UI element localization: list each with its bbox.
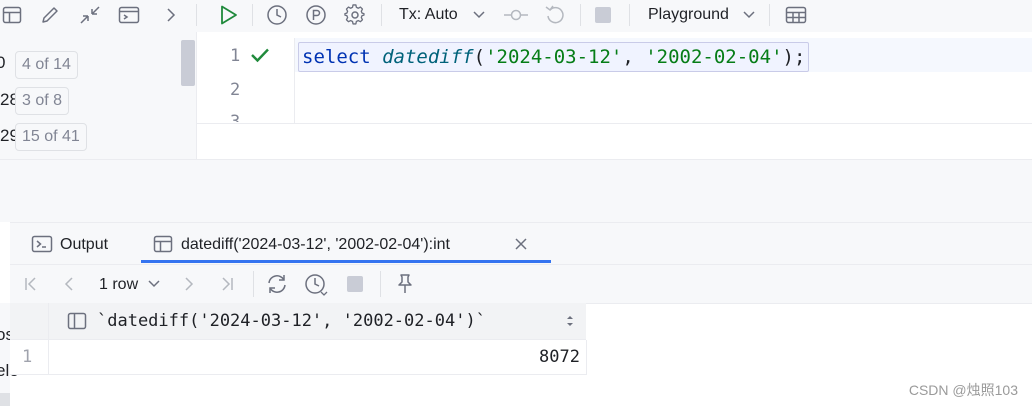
- rollback-icon[interactable]: [543, 3, 567, 27]
- sql-function: datediff: [382, 46, 474, 68]
- tab-output[interactable]: Output: [60, 235, 108, 255]
- explorer-row-badge: 3 of 8: [15, 87, 70, 115]
- result-toolbar: 1 row: [10, 264, 1032, 304]
- services-tab-bar: Output datediff('2024-03-12', '2002-02-0…: [10, 222, 1032, 265]
- history-clock-icon[interactable]: [303, 272, 329, 298]
- explorer-scrollbar[interactable]: [181, 40, 195, 86]
- edit-pencil-icon[interactable]: [38, 4, 62, 26]
- sql-paren-open: (: [473, 46, 486, 68]
- checkmark-icon: [249, 44, 271, 66]
- sql-keyword: select: [302, 46, 371, 68]
- settings-gear-icon[interactable]: [342, 3, 368, 27]
- compare-arrows-icon[interactable]: [78, 4, 102, 26]
- line-number: 3: [230, 112, 241, 122]
- parameters-p-icon[interactable]: [303, 3, 329, 27]
- left-edge-panel: os ele: [0, 303, 19, 406]
- chevron-down-icon[interactable]: [741, 6, 757, 24]
- chevron-down-icon[interactable]: [471, 6, 487, 24]
- line-number: 1: [230, 46, 241, 66]
- table-icon: [151, 234, 175, 254]
- first-page-icon[interactable]: [20, 273, 42, 295]
- explorer-row-badge: 4 of 14: [15, 51, 78, 79]
- row-count-selector[interactable]: 1 row: [99, 275, 138, 295]
- sql-statement[interactable]: select datediff('2024-03-12', '2002-02-0…: [298, 42, 810, 72]
- database-explorer-panel: 0 4 of 14 28 3 of 8 29 15 of 41: [0, 32, 197, 159]
- sql-string-arg: '2024-03-12': [485, 46, 623, 68]
- sql-comma: ,: [622, 46, 646, 68]
- playground-dropdown[interactable]: Playground: [648, 5, 729, 25]
- sql-string-arg: '2002-02-04': [645, 46, 783, 68]
- chevron-down-icon[interactable]: [146, 275, 162, 293]
- column-icon: [66, 311, 88, 331]
- table-icon[interactable]: [0, 4, 24, 26]
- refresh-icon[interactable]: [264, 272, 290, 296]
- next-page-icon[interactable]: [178, 273, 200, 295]
- stop-icon[interactable]: [344, 273, 366, 295]
- console-output-icon: [30, 234, 54, 254]
- pin-icon[interactable]: [394, 272, 416, 296]
- transaction-mode-label: Tx: Auto: [399, 6, 458, 23]
- chevron-right-icon[interactable]: [160, 4, 182, 26]
- watermark: CSDN @烛照103: [908, 382, 1018, 398]
- grid-layout-icon[interactable]: [783, 4, 809, 26]
- history-clock-icon[interactable]: [264, 3, 290, 27]
- line-number: 2: [230, 80, 241, 100]
- commit-icon[interactable]: [503, 4, 529, 26]
- column-header[interactable]: `datediff('2024-03-12', '2002-02-04')`: [97, 311, 486, 331]
- sort-icon[interactable]: [563, 313, 577, 329]
- row-number-column: [10, 303, 49, 374]
- table-row[interactable]: 1 8072: [10, 340, 587, 375]
- result-grid-header: `datediff('2024-03-12', '2002-02-04')`: [10, 303, 586, 340]
- previous-page-icon[interactable]: [58, 273, 80, 295]
- stop-icon[interactable]: [592, 4, 614, 26]
- editor-gutter: 1 2 3: [197, 38, 295, 123]
- close-icon[interactable]: [512, 234, 530, 254]
- run-execute-icon[interactable]: [215, 3, 241, 27]
- main-toolbar: Tx: Auto Playground: [0, 0, 1032, 32]
- transaction-mode-dropdown[interactable]: Tx: Auto: [399, 5, 458, 25]
- playground-label: Playground: [648, 6, 729, 23]
- explorer-row-badge: 15 of 41: [15, 123, 87, 151]
- explorer-row-number: 0: [0, 53, 6, 72]
- console-window-icon[interactable]: [117, 4, 141, 26]
- panel-splitter[interactable]: [0, 159, 1032, 222]
- active-tab-indicator: [141, 260, 551, 263]
- last-page-icon[interactable]: [216, 273, 238, 295]
- tab-query-result[interactable]: datediff('2024-03-12', '2002-02-04'):int: [181, 235, 450, 255]
- editor-divider: [197, 123, 1032, 124]
- sql-paren-close: );: [782, 46, 806, 68]
- result-cell[interactable]: 8072: [539, 347, 580, 367]
